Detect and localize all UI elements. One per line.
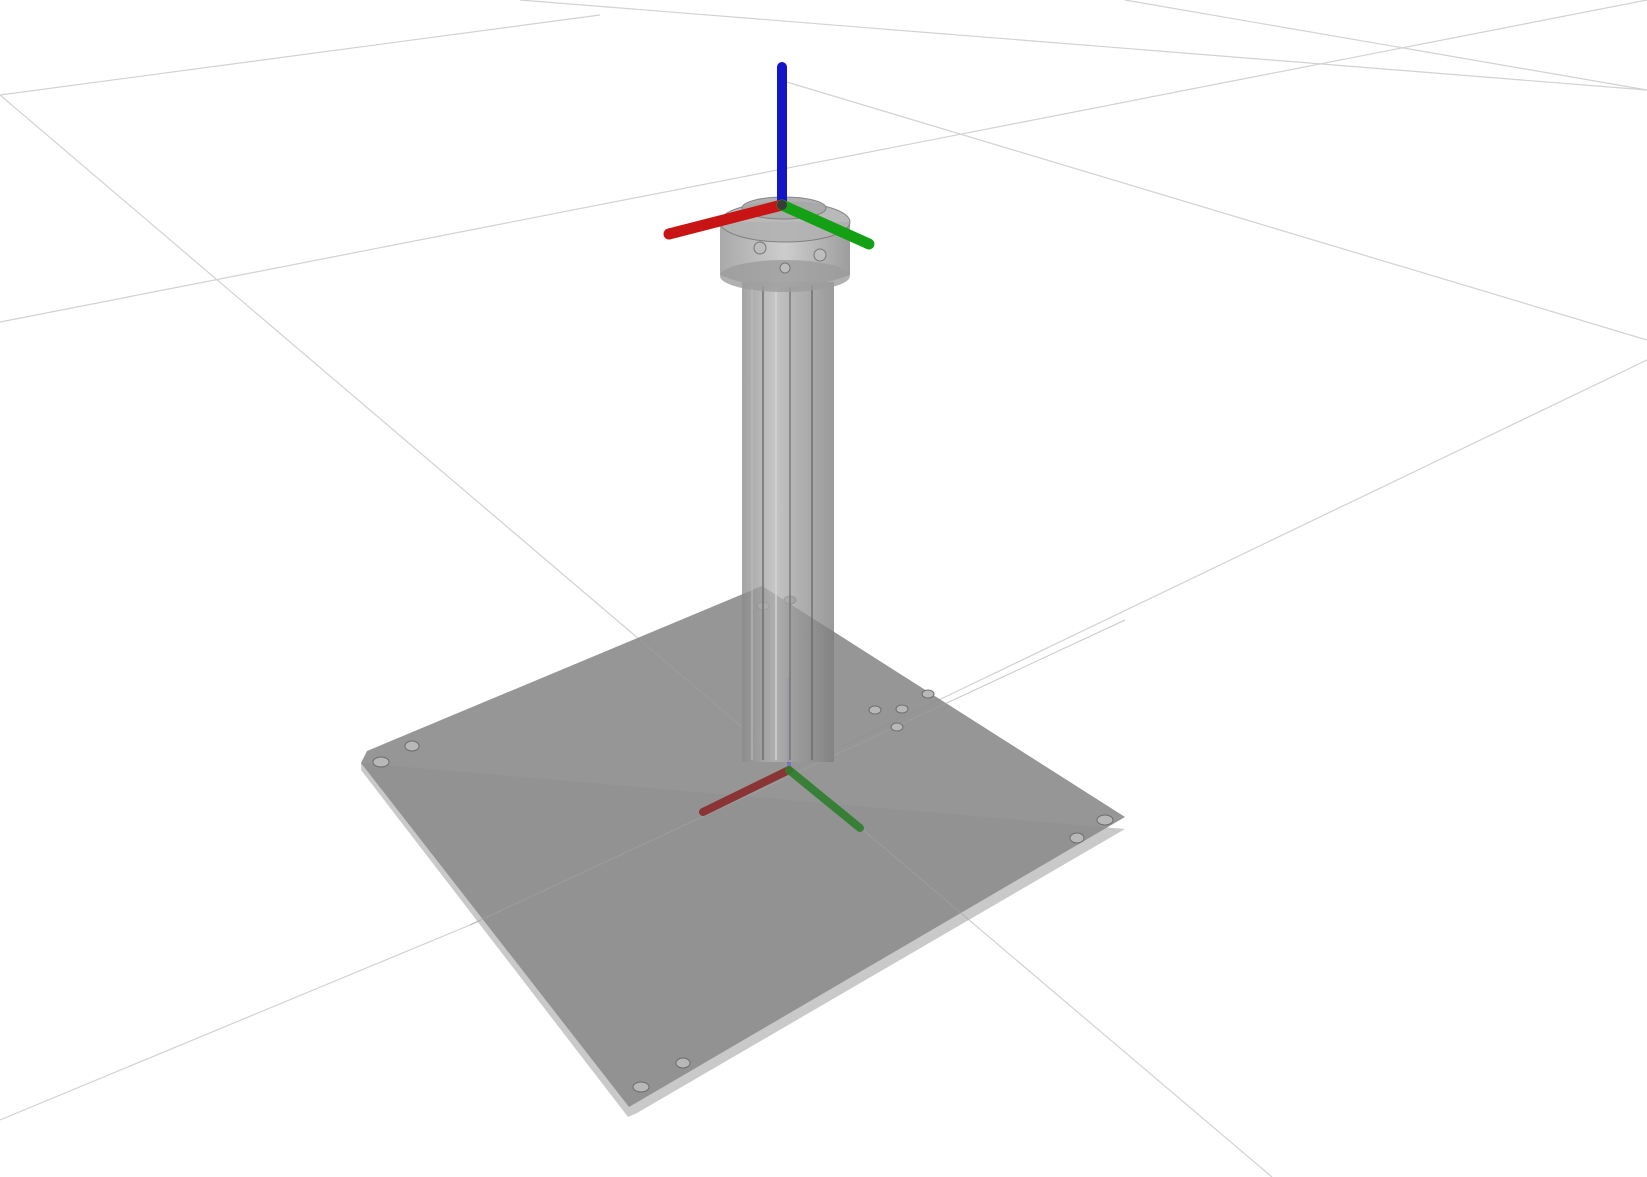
mounting-hole [372,756,390,768]
mounting-hole [895,704,909,714]
grid-line [1124,0,1647,91]
mounting-hole [632,1081,650,1093]
cap-screw [779,262,791,274]
mounting-hole [404,740,420,752]
grid-line [519,0,1647,91]
frame-origin [777,200,787,210]
grid-line [0,14,601,96]
column-body [742,282,834,762]
grid-line [0,94,641,641]
mounting-hole [675,1057,691,1069]
mounting-hole [868,705,882,715]
grid-line [974,924,1273,1177]
cap-screw [813,248,827,262]
vertical-column [742,282,834,762]
mounting-hole [890,722,904,732]
mounting-hole [1096,814,1114,826]
3d-viewport[interactable] [0,0,1647,1177]
cap-screw [753,241,767,255]
grid-line [779,79,1647,341]
scene-canvas[interactable] [0,0,1647,1177]
mounting-hole [1069,832,1085,844]
grid-line [0,924,471,1121]
mounting-hole [921,689,935,699]
